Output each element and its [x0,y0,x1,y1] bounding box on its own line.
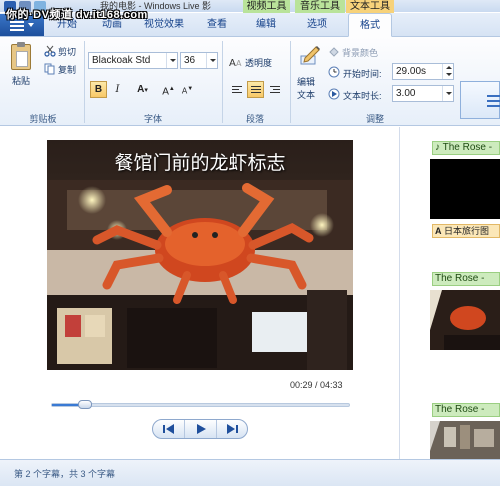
background-color-icon[interactable] [328,46,340,58]
status-text: 第 2 个字幕，共 3 个字幕 [14,469,116,479]
font-family-select[interactable]: Blackoak Std [88,52,178,69]
next-frame-button[interactable] [217,420,248,438]
font-color-button[interactable]: A▾ [129,81,156,98]
context-tab-video-tools[interactable]: 视频工具 [243,0,290,13]
transparency-icon[interactable]: A A [229,56,244,68]
clock-icon [328,66,340,78]
play-button[interactable] [185,420,217,438]
playback-time: 00:29 / 04:33 [290,380,343,390]
group-separator [290,41,291,123]
grow-font-button[interactable]: A▲ [160,81,177,98]
context-tab-text-tools[interactable]: 文本工具 [346,0,394,13]
svg-text:A: A [229,58,236,68]
video-preview[interactable]: 餐馆门前的龙虾标志 [47,140,353,370]
duration-icon [328,88,340,100]
group-separator [84,41,85,123]
next-frame-icon [227,424,238,434]
edit-text-label-line2[interactable]: 文本 [297,88,315,101]
tab-format[interactable]: 格式 [348,13,392,37]
shrink-font-button[interactable]: A▼ [179,81,196,98]
storyboard-clip-thumbnail[interactable] [430,159,500,219]
align-right-button[interactable] [266,81,283,98]
watermark-text: 你的·DV频道 dv.it168.com [6,9,148,21]
start-time-label: 开始时间: [343,69,382,79]
street-scene-thumbnail [430,421,500,459]
tab-view[interactable]: 查看 [199,13,235,37]
scissors-icon[interactable] [44,45,56,57]
tab-edit[interactable]: 编辑 [248,13,284,37]
storyboard-clip-thumbnail[interactable] [430,290,500,350]
panel-divider[interactable] [399,127,400,459]
transparency-label[interactable]: 透明度 [245,56,272,69]
caption-track-label[interactable]: A 日本旅行图 [432,224,500,238]
seek-thumb[interactable] [78,400,92,409]
duration-label: 文本时长: [343,91,382,101]
copy-icon[interactable] [44,63,56,75]
context-tab-music-tools[interactable]: 音乐工具 [295,0,345,13]
paste-label[interactable]: 粘贴 [12,74,30,87]
background-color-label[interactable]: 背景颜色 [342,46,378,59]
align-center-button[interactable] [247,81,264,98]
edit-text-label-line1[interactable]: 编辑 [297,75,315,88]
storyboard-clip-thumbnail[interactable] [430,421,500,459]
music-track-label[interactable]: ♪ The Rose - [432,141,500,155]
ribbon: 粘贴 剪切 复制 剪贴板 Blackoak Std 36 B I A▾ A▲ A… [0,37,500,126]
music-track-label[interactable]: The Rose - [432,272,500,286]
video-caption-overlay[interactable]: 餐馆门前的龙虾标志 [47,148,353,175]
paste-icon[interactable] [11,42,31,70]
seek-bar[interactable] [51,400,350,409]
cut-label[interactable]: 剪切 [58,45,76,58]
italic-button[interactable]: I [109,81,126,98]
edit-text-icon[interactable] [299,44,321,66]
effects-gallery[interactable] [460,81,500,119]
music-track-label[interactable]: The Rose - [432,403,500,417]
font-size-select[interactable]: 36 [180,52,218,69]
align-left-button[interactable] [228,81,245,98]
transport-controls [152,419,248,439]
font-group-label: 字体 [143,114,162,124]
bold-button[interactable]: B [90,81,107,98]
status-bar: 第 2 个字幕，共 3 个字幕 [0,459,500,486]
adjust-group-label: 调整 [365,114,384,124]
paragraph-group-label: 段落 [245,114,264,124]
main-area: 餐馆门前的龙虾标志 00:29 / 04:33 ♪ The Rose - A 日… [0,127,500,459]
svg-text:A: A [236,59,242,68]
group-separator [222,41,223,123]
duration-select[interactable]: 3.00 [392,85,454,102]
tab-options[interactable]: 选项 [299,13,335,37]
play-icon [197,424,206,434]
music-note-icon: ♪ [435,142,440,153]
previous-frame-icon [163,424,174,434]
crab-sign-thumbnail [430,290,500,350]
copy-label[interactable]: 复制 [58,63,76,76]
text-icon: A [435,226,442,236]
previous-frame-button[interactable] [153,420,185,438]
start-time-input[interactable]: 29.00s [392,63,454,80]
clipboard-group-label: 剪贴板 [29,114,57,124]
